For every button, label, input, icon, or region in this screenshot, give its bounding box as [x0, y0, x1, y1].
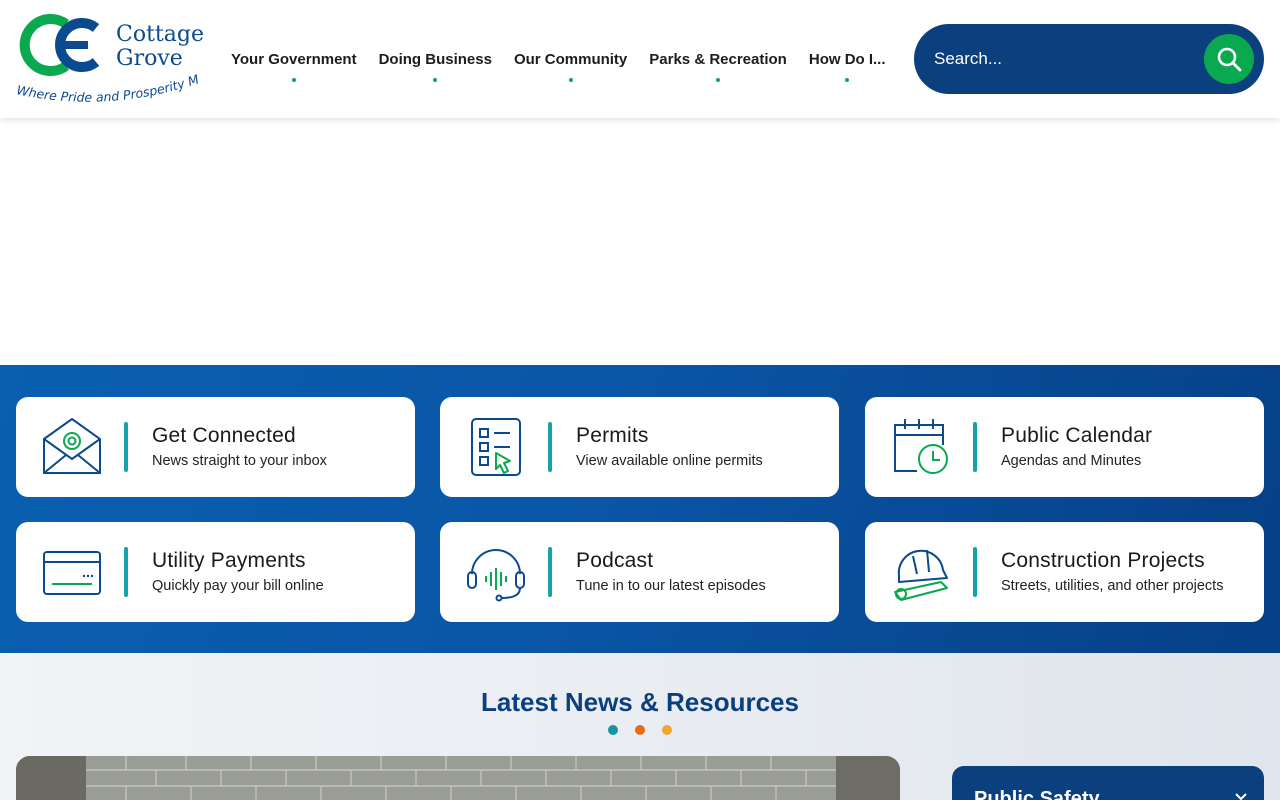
quick-link-construction-projects[interactable]: Construction Projects Streets, utilities… [865, 522, 1264, 622]
nav-item-label: Our Community [513, 50, 628, 68]
news-section: Latest News & Resources Public Safety [0, 653, 1280, 800]
nav-dropdown-dot-icon [568, 77, 573, 82]
nav-dropdown-dot-icon [433, 77, 438, 82]
main-nav: Your Government Doing Business Our Commu… [220, 0, 897, 118]
email-envelope-icon [43, 417, 101, 474]
card-title: Get Connected [152, 424, 296, 447]
card-description: Tune in to our latest episodes [576, 578, 766, 594]
headphones-icon [467, 549, 525, 602]
search-input[interactable] [934, 41, 1194, 77]
logo-name-line2: Grove [116, 46, 183, 71]
quick-link-public-calendar[interactable]: Public Calendar Agendas and Minutes [865, 397, 1264, 497]
nav-dropdown-dot-icon [845, 77, 850, 82]
quick-link-utility-payments[interactable]: Utility Payments Quickly pay your bill o… [16, 522, 415, 622]
nav-dropdown-dot-icon [291, 77, 296, 82]
stone-wall-photo [16, 756, 900, 800]
card-title: Utility Payments [152, 549, 306, 572]
nav-item-label: Parks & Recreation [649, 50, 787, 68]
card-description: Streets, utilities, and other projects [1001, 578, 1224, 594]
quick-link-podcast[interactable]: Podcast Tune in to our latest episodes [440, 522, 839, 622]
logo-name-line1: Cottage [116, 22, 204, 47]
calendar-clock-icon [894, 419, 948, 474]
nav-item-label: Doing Business [378, 50, 492, 68]
panel-title: Public Safety [974, 788, 1100, 800]
quick-link-permits[interactable]: Permits View available online permits [440, 397, 839, 497]
news-section-title: Latest News & Resources [481, 687, 799, 717]
search-button[interactable] [1204, 34, 1254, 84]
logo-tagline: Where Pride and Prosperity Meet [14, 74, 201, 105]
nav-dropdown-dot-icon [716, 77, 721, 82]
card-description: News straight to your inbox [152, 453, 327, 469]
card-divider [973, 547, 977, 597]
logo-mark-icon [19, 14, 100, 76]
chevron-down-icon [1235, 793, 1247, 800]
card-title: Construction Projects [1001, 549, 1205, 572]
card-title: Public Calendar [1001, 424, 1153, 447]
checklist-icon [471, 418, 521, 476]
city-logo[interactable]: Cottage Grove Where Pride and Prosperity… [14, 12, 206, 106]
card-description: View available online permits [576, 453, 763, 469]
section-title-dots [608, 725, 672, 735]
card-title: Permits [576, 424, 649, 447]
nav-item-label: How Do I... [808, 50, 886, 68]
svg-text:Where Pride and Prosperity Mee: Where Pride and Prosperity Meet [14, 74, 201, 105]
nav-item-how-do-i[interactable]: How Do I... [798, 50, 897, 82]
credit-card-icon [43, 551, 101, 595]
site-header: Cottage Grove Where Pride and Prosperity… [0, 0, 1280, 118]
nav-item-doing-business[interactable]: Doing Business [368, 50, 503, 82]
quick-link-get-connected[interactable]: Get Connected News straight to your inbo… [16, 397, 415, 497]
nav-item-parks-recreation[interactable]: Parks & Recreation [638, 50, 798, 82]
decorative-dot [662, 725, 672, 735]
search-icon [1217, 47, 1242, 72]
quick-links-section: Get Connected News straight to your inbo… [0, 365, 1280, 653]
decorative-dot [635, 725, 645, 735]
card-description: Agendas and Minutes [1001, 453, 1142, 469]
card-description: Quickly pay your bill online [152, 578, 324, 594]
decorative-dot [608, 725, 618, 735]
card-divider [124, 422, 128, 472]
card-divider [548, 422, 552, 472]
card-divider [124, 547, 128, 597]
nav-item-your-government[interactable]: Your Government [220, 50, 368, 82]
nav-item-our-community[interactable]: Our Community [503, 50, 638, 82]
search-bar [914, 24, 1264, 94]
hard-hat-icon [894, 549, 948, 601]
card-title: Podcast [576, 549, 654, 572]
card-divider [548, 547, 552, 597]
public-safety-panel[interactable]: Public Safety [952, 766, 1264, 800]
card-divider [973, 422, 977, 472]
featured-news-image[interactable] [16, 756, 900, 800]
nav-item-label: Your Government [231, 50, 357, 68]
